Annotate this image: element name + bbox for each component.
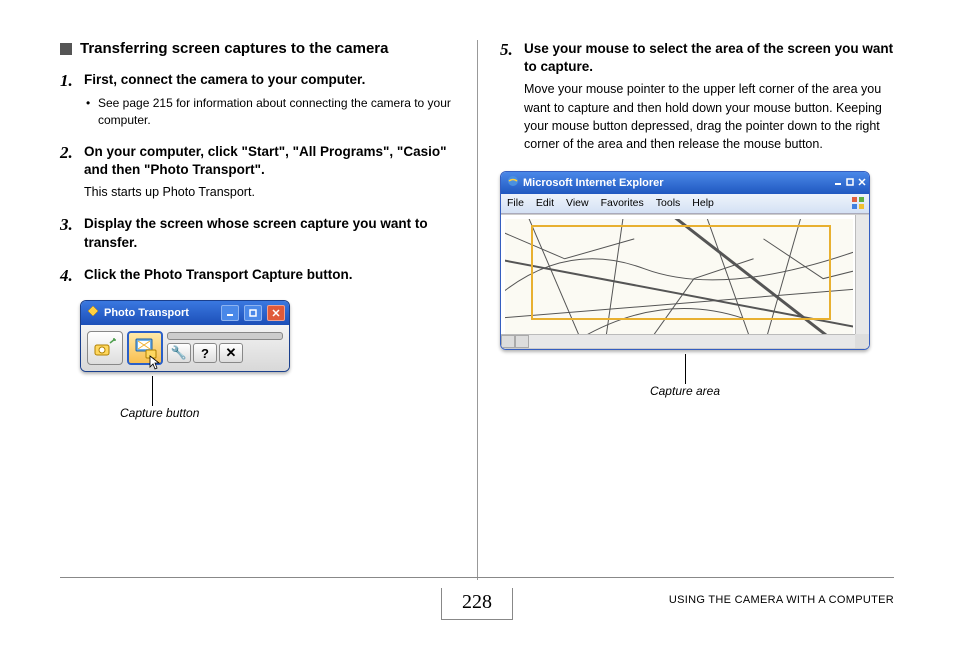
- ie-menubar: File Edit View Favorites Tools Help: [501, 194, 869, 214]
- step-1: 1. First, connect the camera to your com…: [60, 71, 459, 129]
- step-2: 2. On your computer, click "Start", "All…: [60, 143, 459, 202]
- windows-logo-icon: [851, 196, 865, 210]
- step-title: Display the screen whose screen capture …: [84, 215, 459, 251]
- step-number: 1.: [60, 71, 76, 91]
- callout-label: Capture area: [500, 384, 870, 398]
- section-title: Transferring screen captures to the came…: [80, 40, 388, 57]
- ie-content: [501, 214, 869, 349]
- capture-selection-rect: [531, 225, 831, 320]
- ie-icon: [507, 175, 519, 190]
- step-number: 3.: [60, 215, 76, 235]
- step-title: First, connect the camera to your comput…: [84, 71, 459, 89]
- step-title: Use your mouse to select the area of the…: [524, 40, 894, 76]
- step-number: 4.: [60, 266, 76, 286]
- diamond-icon: [87, 305, 99, 320]
- scrollbar-corner: [855, 334, 869, 348]
- x-icon: ✕: [226, 345, 237, 361]
- step-description: This starts up Photo Transport.: [84, 183, 459, 201]
- section-heading: Transferring screen captures to the came…: [60, 40, 459, 57]
- step-4: 4. Click the Photo Transport Capture but…: [60, 266, 459, 286]
- wrench-icon: 🔧: [171, 345, 187, 361]
- menu-view[interactable]: View: [566, 197, 589, 209]
- cursor-icon: [149, 355, 161, 371]
- close-icon[interactable]: [267, 305, 285, 321]
- window-title: Microsoft Internet Explorer: [523, 177, 830, 189]
- capture-button[interactable]: [127, 331, 163, 365]
- camera-transfer-button[interactable]: [87, 331, 123, 365]
- photo-transport-window: Photo Transport: [80, 300, 290, 372]
- ie-window: Microsoft Internet Explorer File Edit Vi…: [500, 171, 870, 350]
- window-title: Photo Transport: [104, 307, 216, 319]
- photo-transport-titlebar: Photo Transport: [81, 301, 289, 325]
- minimize-icon[interactable]: [834, 177, 842, 189]
- settings-button[interactable]: 🔧: [167, 343, 191, 363]
- capture-area-callout: Capture area: [500, 354, 870, 398]
- maximize-icon[interactable]: [244, 305, 262, 321]
- step-title: On your computer, click "Start", "All Pr…: [84, 143, 459, 179]
- square-bullet-icon: [60, 43, 72, 55]
- footer-section-label: USING THE CAMERA WITH A COMPUTER: [669, 594, 894, 606]
- capture-button-callout: Capture button: [80, 376, 290, 420]
- step-number: 2.: [60, 143, 76, 163]
- menu-edit[interactable]: Edit: [536, 197, 554, 209]
- right-column: 5. Use your mouse to select the area of …: [477, 40, 894, 580]
- page-footer: 228 USING THE CAMERA WITH A COMPUTER: [60, 577, 894, 620]
- exit-button[interactable]: ✕: [219, 343, 243, 363]
- help-button[interactable]: ?: [193, 343, 217, 363]
- page-number: 228: [441, 588, 513, 620]
- step-description: Move your mouse pointer to the upper lef…: [524, 80, 894, 153]
- callout-label: Capture button: [120, 406, 290, 420]
- step-number: 5.: [500, 40, 516, 60]
- minimize-icon[interactable]: [221, 305, 239, 321]
- step-bullet: See page 215 for information about conne…: [84, 95, 459, 129]
- maximize-icon[interactable]: [846, 177, 854, 189]
- left-column: Transferring screen captures to the came…: [60, 40, 477, 580]
- vertical-scrollbar[interactable]: [855, 215, 869, 334]
- menu-file[interactable]: File: [507, 197, 524, 209]
- menu-tools[interactable]: Tools: [656, 197, 681, 209]
- steps-list-left: 1. First, connect the camera to your com…: [60, 71, 459, 286]
- step-5: 5. Use your mouse to select the area of …: [500, 40, 894, 153]
- steps-list-right: 5. Use your mouse to select the area of …: [500, 40, 894, 153]
- ie-titlebar: Microsoft Internet Explorer: [501, 172, 869, 194]
- progress-bar: [167, 332, 283, 340]
- menu-help[interactable]: Help: [692, 197, 714, 209]
- photo-transport-toolbar: 🔧 ? ✕: [81, 325, 289, 371]
- photo-transport-figure: Photo Transport: [80, 300, 459, 420]
- menu-favorites[interactable]: Favorites: [601, 197, 644, 209]
- ie-figure: Microsoft Internet Explorer File Edit Vi…: [500, 171, 894, 398]
- page-body: Transferring screen captures to the came…: [60, 40, 894, 580]
- close-icon[interactable]: [858, 177, 866, 189]
- horizontal-scrollbar[interactable]: [501, 334, 855, 348]
- step-title: Click the Photo Transport Capture button…: [84, 266, 459, 284]
- help-icon: ?: [201, 346, 209, 361]
- step-3: 3. Display the screen whose screen captu…: [60, 215, 459, 251]
